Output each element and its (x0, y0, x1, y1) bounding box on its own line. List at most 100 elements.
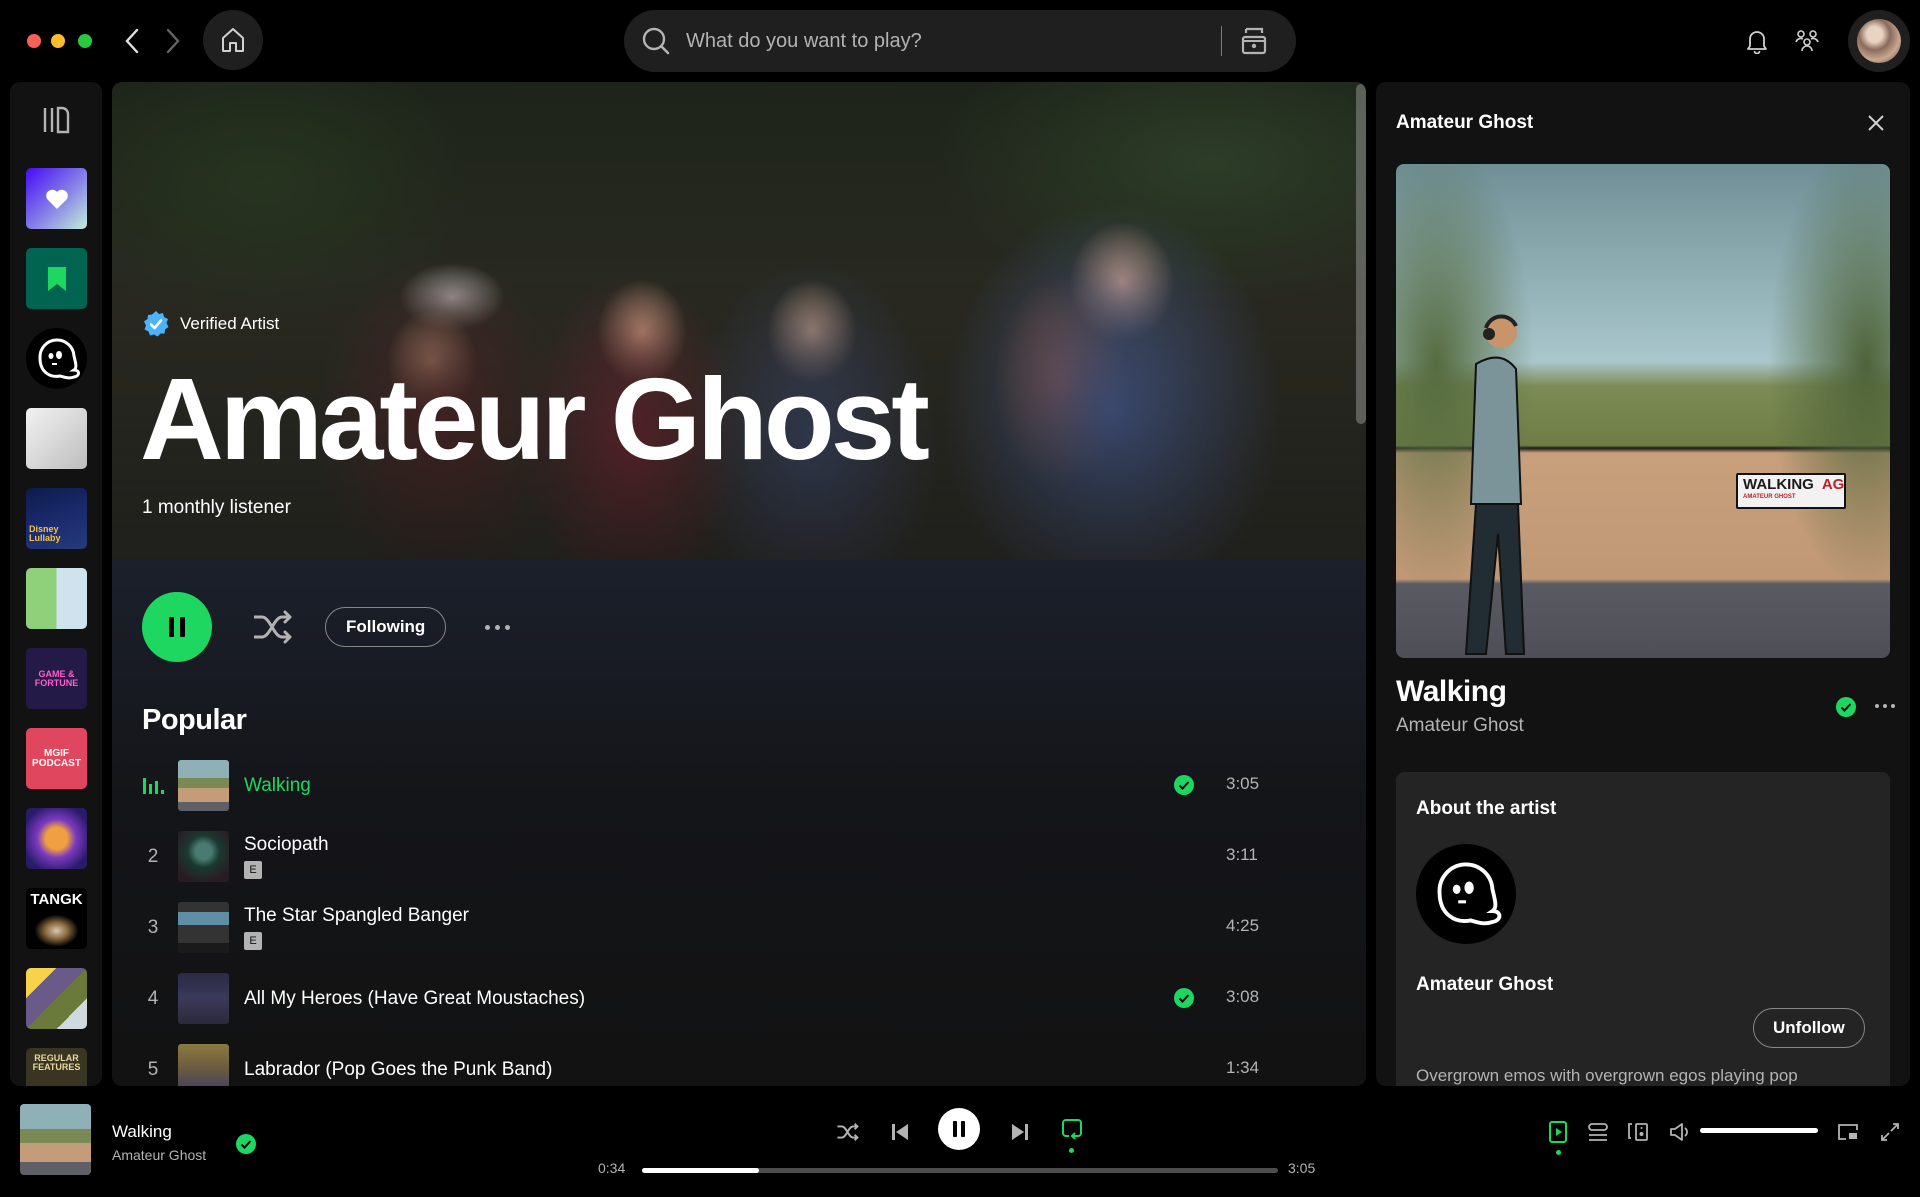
track-duration: 3:11 (1226, 845, 1258, 864)
track-row[interactable]: 3 The Star Spangled Banger E 4:25 (128, 892, 1308, 963)
sidebar-item-tangk[interactable]: TANGK (26, 888, 87, 949)
profile-button[interactable] (1848, 10, 1910, 72)
cover-text: GAME & FORTUNE (34, 668, 79, 688)
track-title[interactable]: The Star Spangled Banger (244, 905, 469, 927)
about-the-artist-card[interactable]: About the artist Amateur Ghost Unfollow … (1396, 772, 1890, 1086)
volume-slider[interactable] (1700, 1128, 1818, 1133)
more-icon-dot (1891, 704, 1895, 708)
forward-button[interactable] (158, 22, 188, 60)
verified-artist-label: Verified Artist (142, 310, 279, 338)
sidebar-item-game-and-fortune[interactable]: GAME & FORTUNE (26, 648, 87, 709)
previous-button[interactable] (884, 1116, 916, 1148)
shuffle-icon (254, 610, 292, 644)
library-icon (43, 106, 70, 134)
sidebar-item-flowers-album[interactable] (26, 808, 87, 869)
queue-button[interactable] (1584, 1118, 1612, 1146)
about-heading: About the artist (1416, 798, 1557, 819)
track-row[interactable]: 5 Labrador (Pop Goes the Punk Band) 1:34 (128, 1034, 1308, 1086)
sidebar-item-your-episodes[interactable] (26, 248, 87, 309)
saved-check-icon[interactable] (1173, 774, 1195, 796)
track-title[interactable]: Sociopath (244, 834, 329, 856)
main-scrollbar[interactable] (1356, 84, 1366, 424)
track-title[interactable]: Walking (244, 775, 311, 797)
playback-progress-fill (642, 1168, 760, 1173)
player-shuffle-button[interactable] (832, 1116, 864, 1148)
volume-icon (1670, 1123, 1688, 1141)
window-close-button[interactable] (27, 34, 41, 48)
more-icon-dot (504, 624, 510, 630)
search-bar[interactable] (624, 10, 1296, 72)
song-more-options-button[interactable] (1870, 694, 1900, 718)
track-row[interactable]: Walking 3:05 (128, 750, 1308, 821)
sidebar-item-disney-lullaby[interactable]: Disney Lullaby (26, 488, 87, 549)
now-playing-song-artist[interactable]: Amateur Ghost (1396, 715, 1524, 737)
track-art (178, 902, 229, 953)
track-row[interactable]: 4 All My Heroes (Have Great Moustaches) … (128, 963, 1308, 1034)
notifications-button[interactable] (1742, 26, 1772, 56)
now-playing-view-button[interactable] (1544, 1118, 1572, 1146)
home-icon (222, 28, 244, 52)
browse-button[interactable] (1236, 26, 1272, 56)
sidebar-item-mgif-podcast[interactable]: MGIF PODCAST (26, 728, 87, 789)
avatar (1857, 19, 1901, 63)
now-playing-artist[interactable]: Amateur Ghost (112, 1147, 206, 1163)
library-toggle-button[interactable] (38, 102, 74, 138)
next-button[interactable] (1004, 1116, 1036, 1148)
artist-content: Following Popular Walking 3:05 2 Sociopa… (112, 560, 1366, 1086)
cover-sign-subtitle: AMATEUR GHOST (1743, 493, 1796, 500)
now-playing-song-title[interactable]: Walking (1396, 675, 1507, 709)
cover-text: Disney Lullaby (29, 524, 61, 543)
search-input[interactable] (686, 29, 1221, 53)
saved-check-icon[interactable] (1835, 696, 1857, 718)
track-title[interactable]: Labrador (Pop Goes the Punk Band) (244, 1059, 552, 1081)
connect-device-button[interactable] (1624, 1118, 1652, 1146)
shuffle-button[interactable] (252, 606, 294, 648)
sidebar-item-sketch-album[interactable] (26, 408, 87, 469)
repeat-active-dot (1069, 1148, 1074, 1153)
close-panel-button[interactable] (1863, 110, 1889, 136)
pause-icon (953, 1121, 965, 1137)
album-cover: WALKING AG AMATEUR GHOST (1396, 164, 1890, 658)
track-duration: 3:05 (1226, 774, 1260, 793)
track-row[interactable]: 2 Sociopath E 3:11 (128, 821, 1308, 892)
verified-text: Verified Artist (180, 314, 280, 333)
artist-page: Verified Artist Amateur Ghost 1 monthly … (112, 82, 1366, 1086)
repeat-button[interactable] (1056, 1114, 1088, 1146)
more-options-button[interactable] (477, 612, 517, 642)
sidebar-item-mix-playlist[interactable] (26, 568, 87, 629)
saved-check-icon[interactable] (235, 1133, 257, 1155)
now-playing-art[interactable] (20, 1104, 91, 1175)
now-playing-view-active-dot (1556, 1150, 1561, 1155)
bookmark-icon (47, 266, 66, 291)
now-playing-indicator (128, 777, 178, 794)
sidebar-item-regular-features[interactable]: REGULAR FEATURES (26, 1048, 87, 1086)
fullscreen-button[interactable] (1876, 1118, 1904, 1146)
back-button[interactable] (117, 22, 147, 60)
following-button[interactable]: Following (325, 607, 447, 647)
playback-progress-bar[interactable] (642, 1168, 1278, 1173)
window-zoom-button[interactable] (78, 34, 92, 48)
track-title[interactable]: All My Heroes (Have Great Moustaches) (244, 988, 585, 1010)
friend-activity-icon (1795, 30, 1819, 52)
friend-activity-button[interactable] (1792, 26, 1822, 56)
cover-sign-initials: AG (1821, 476, 1845, 493)
sidebar-item-mix-playlist-2[interactable] (26, 968, 87, 1029)
sidebar-item-amateur-ghost[interactable] (26, 328, 87, 389)
cover-text: MGIF PODCAST (32, 747, 81, 769)
window-minimize-button[interactable] (51, 34, 65, 48)
player-pause-button[interactable] (938, 1108, 980, 1150)
mute-button[interactable] (1666, 1118, 1694, 1146)
pause-button[interactable] (142, 592, 212, 662)
now-playing-view: Amateur Ghost WALKING AG AMATEUR GHOST Wa… (1376, 82, 1910, 1086)
miniplayer-button[interactable] (1834, 1118, 1862, 1146)
track-rank: 2 (147, 845, 159, 867)
now-playing-title[interactable]: Walking (112, 1122, 172, 1142)
about-artist-name[interactable]: Amateur Ghost (1416, 974, 1553, 996)
home-button[interactable] (203, 10, 263, 70)
cover-sign: WALKING AG AMATEUR GHOST (1736, 473, 1846, 509)
saved-check-icon[interactable] (1173, 987, 1195, 1009)
chevron-left-icon (125, 28, 139, 54)
artist-hero: Verified Artist Amateur Ghost 1 monthly … (112, 82, 1366, 560)
unfollow-button[interactable]: Unfollow (1753, 1008, 1865, 1048)
sidebar-item-liked-songs[interactable] (26, 168, 87, 229)
